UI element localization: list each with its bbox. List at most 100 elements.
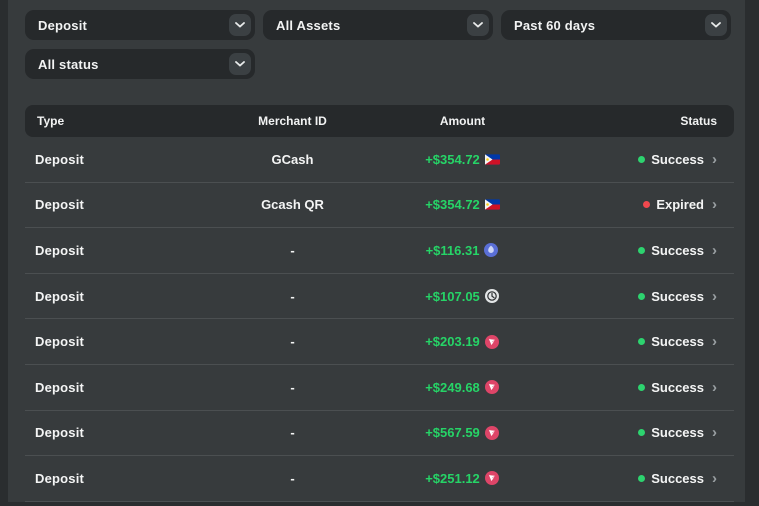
table-row[interactable]: Deposit - +$249.68 Success ›: [25, 365, 734, 411]
status-label: Success: [651, 334, 704, 349]
row-type: Deposit: [25, 334, 195, 349]
row-status: Success ›: [535, 243, 734, 258]
status-label: Success: [651, 380, 704, 395]
asset-filter-dropdown[interactable]: All Assets: [263, 10, 493, 40]
filter-row-2: All status: [25, 49, 745, 79]
table-row[interactable]: Deposit Gcash QR +$354.72 Expired ›: [25, 183, 734, 229]
row-status: Expired ›: [535, 197, 734, 212]
status-dot-icon: [638, 384, 645, 391]
status-dot-icon: [638, 156, 645, 163]
chevron-right-icon: ›: [712, 334, 717, 349]
chevron-right-icon: ›: [712, 471, 717, 486]
table-row[interactable]: Deposit GCash +$354.72 Success ›: [25, 137, 734, 183]
row-type: Deposit: [25, 152, 195, 167]
row-type: Deposit: [25, 197, 195, 212]
table-header: Type Merchant ID Amount Status: [25, 105, 734, 137]
status-filter-value: All status: [25, 57, 99, 72]
chevron-right-icon: ›: [712, 152, 717, 167]
type-filter-value: Deposit: [25, 18, 87, 33]
coin-pink-icon: [485, 471, 500, 486]
row-type: Deposit: [25, 425, 195, 440]
row-amount: +$116.31: [390, 243, 535, 258]
amount-value: +$116.31: [426, 243, 480, 258]
table-row[interactable]: Deposit - +$116.31 Success ›: [25, 228, 734, 274]
row-status: Success ›: [535, 425, 734, 440]
table-body: Deposit GCash +$354.72 Success › Deposit…: [25, 137, 734, 502]
type-filter-dropdown[interactable]: Deposit: [25, 10, 255, 40]
row-amount: +$354.72: [390, 152, 535, 167]
date-range-filter-dropdown[interactable]: Past 60 days: [501, 10, 731, 40]
coin-pink-icon: [485, 334, 500, 349]
table-row[interactable]: Deposit - +$203.19 Success ›: [25, 319, 734, 365]
coin-blue-icon: [484, 243, 499, 258]
coin-white-icon: [485, 289, 500, 304]
row-merchant-id: -: [195, 425, 390, 440]
row-amount: +$567.59: [390, 425, 535, 440]
row-amount: +$203.19: [390, 334, 535, 349]
philippines-flag-icon: [485, 152, 500, 167]
amount-value: +$107.05: [425, 289, 480, 304]
chevron-right-icon: ›: [712, 425, 717, 440]
row-status: Success ›: [535, 471, 734, 486]
row-amount: +$107.05: [390, 289, 535, 304]
chevron-down-icon[interactable]: [705, 14, 727, 36]
row-amount: +$249.68: [390, 380, 535, 395]
row-type: Deposit: [25, 289, 195, 304]
status-dot-icon: [638, 338, 645, 345]
header-status: Status: [535, 114, 734, 128]
amount-value: +$249.68: [425, 380, 480, 395]
row-amount: +$354.72: [390, 197, 535, 212]
row-type: Deposit: [25, 471, 195, 486]
status-dot-icon: [638, 475, 645, 482]
amount-value: +$203.19: [425, 334, 480, 349]
status-label: Expired: [656, 197, 704, 212]
row-merchant-id: -: [195, 243, 390, 258]
chevron-down-icon[interactable]: [229, 14, 251, 36]
amount-value: +$251.12: [425, 471, 480, 486]
row-status: Success ›: [535, 380, 734, 395]
row-amount: +$251.12: [390, 471, 535, 486]
chevron-down-icon[interactable]: [467, 14, 489, 36]
transactions-panel: Deposit All Assets Past 60 days All s: [8, 0, 745, 502]
coin-pink-icon: [485, 425, 500, 440]
row-status: Success ›: [535, 289, 734, 304]
status-dot-icon: [638, 293, 645, 300]
status-label: Success: [651, 425, 704, 440]
date-range-filter-value: Past 60 days: [501, 18, 595, 33]
status-dot-icon: [638, 429, 645, 436]
table-row[interactable]: Deposit - +$567.59 Success ›: [25, 411, 734, 457]
chevron-right-icon: ›: [712, 380, 717, 395]
amount-value: +$354.72: [425, 197, 480, 212]
row-merchant-id: GCash: [195, 152, 390, 167]
row-merchant-id: Gcash QR: [195, 197, 390, 212]
table-row[interactable]: Deposit - +$251.12 Success ›: [25, 456, 734, 502]
status-dot-icon: [643, 201, 650, 208]
row-status: Success ›: [535, 152, 734, 167]
row-merchant-id: -: [195, 471, 390, 486]
chevron-down-icon[interactable]: [229, 53, 251, 75]
status-label: Success: [651, 289, 704, 304]
asset-filter-value: All Assets: [263, 18, 340, 33]
transactions-table: Type Merchant ID Amount Status Deposit G…: [25, 105, 734, 502]
chevron-right-icon: ›: [712, 197, 717, 212]
status-label: Success: [651, 152, 704, 167]
header-type: Type: [25, 114, 195, 128]
row-type: Deposit: [25, 380, 195, 395]
coin-pink-icon: [485, 380, 500, 395]
row-merchant-id: -: [195, 380, 390, 395]
header-amount: Amount: [390, 114, 535, 128]
filter-row-1: Deposit All Assets Past 60 days: [25, 10, 745, 40]
amount-value: +$567.59: [425, 425, 480, 440]
chevron-right-icon: ›: [712, 289, 717, 304]
row-merchant-id: -: [195, 289, 390, 304]
table-row[interactable]: Deposit - +$107.05 Success ›: [25, 274, 734, 320]
header-merchant-id: Merchant ID: [195, 114, 390, 128]
philippines-flag-icon: [485, 197, 500, 212]
status-filter-dropdown[interactable]: All status: [25, 49, 255, 79]
status-label: Success: [651, 243, 704, 258]
row-type: Deposit: [25, 243, 195, 258]
filters: Deposit All Assets Past 60 days All s: [8, 0, 745, 79]
row-merchant-id: -: [195, 334, 390, 349]
chevron-right-icon: ›: [712, 243, 717, 258]
status-dot-icon: [638, 247, 645, 254]
